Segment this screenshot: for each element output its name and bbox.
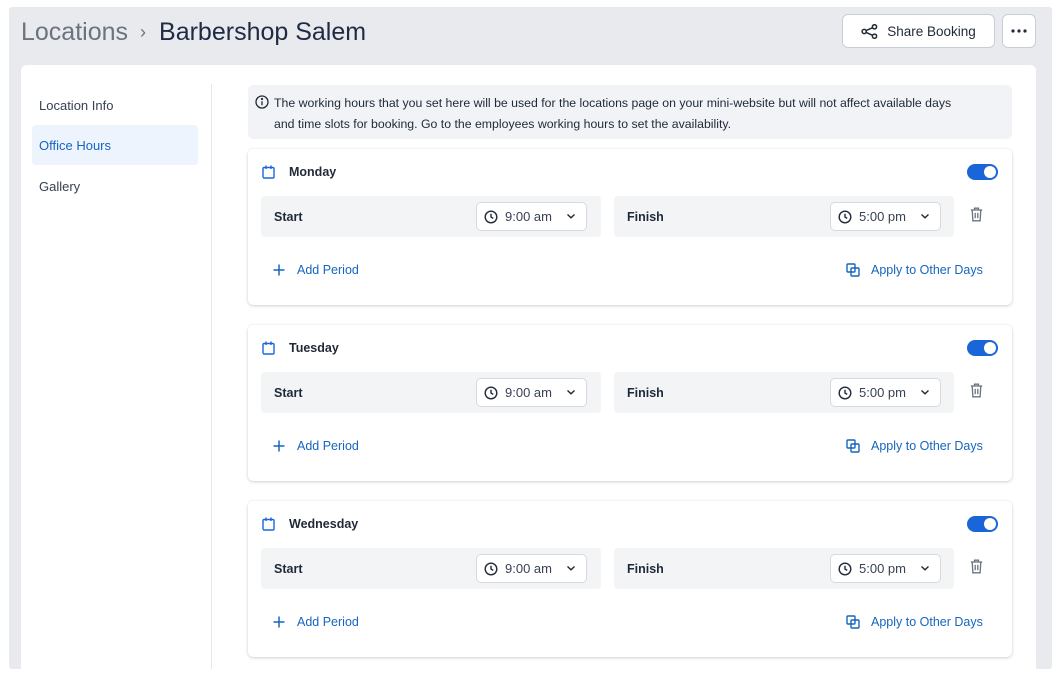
- calendar-icon: [262, 341, 275, 355]
- share-booking-label: Share Booking: [887, 23, 976, 39]
- add-period-label: Add Period: [297, 615, 359, 629]
- apply-to-other-days-label: Apply to Other Days: [871, 439, 983, 453]
- finish-time-select[interactable]: 5:00 pm: [830, 378, 941, 407]
- more-horizontal-icon: [1011, 29, 1027, 33]
- clock-icon: [838, 561, 852, 576]
- clock-icon: [484, 209, 498, 224]
- finish-time-row: Finish 5:00 pm: [614, 372, 954, 413]
- share-booking-button[interactable]: Share Booking: [842, 14, 995, 48]
- clock-icon: [838, 209, 852, 224]
- sidebar-divider: [211, 84, 212, 669]
- finish-label: Finish: [627, 561, 664, 576]
- breadcrumb-separator: ›: [140, 21, 147, 42]
- sidebar-item-office-hours[interactable]: Office Hours: [32, 125, 198, 165]
- toggle-knob: [984, 518, 996, 530]
- info-notice: The working hours that you set here will…: [248, 85, 1012, 139]
- start-time-select[interactable]: 9:00 am: [476, 202, 587, 231]
- apply-to-other-days-label: Apply to Other Days: [871, 263, 983, 277]
- sidebar-item-location-info[interactable]: Location Info: [32, 85, 198, 125]
- apply-to-other-days-label: Apply to Other Days: [871, 615, 983, 629]
- trash-icon[interactable]: [970, 207, 983, 222]
- trash-icon[interactable]: [970, 383, 983, 398]
- app-window: Locations › Barbershop Salem Share Booki…: [9, 7, 1052, 669]
- copy-icon: [846, 439, 860, 453]
- plus-icon: [273, 616, 285, 628]
- clock-icon: [838, 385, 852, 400]
- chevron-down-icon: [920, 212, 930, 220]
- page-title: Barbershop Salem: [159, 17, 367, 46]
- day-enabled-toggle[interactable]: [967, 164, 998, 180]
- toggle-knob: [984, 166, 996, 178]
- day-enabled-toggle[interactable]: [967, 516, 998, 532]
- start-time-value: 9:00 am: [505, 385, 552, 400]
- start-time-value: 9:00 am: [505, 209, 552, 224]
- breadcrumb-locations-link[interactable]: Locations: [21, 18, 128, 47]
- finish-time-value: 5:00 pm: [859, 385, 906, 400]
- day-name: Wednesday: [289, 517, 359, 531]
- clock-icon: [484, 561, 498, 576]
- start-time-select[interactable]: 9:00 am: [476, 378, 587, 407]
- start-time-value: 9:00 am: [505, 561, 552, 576]
- copy-icon: [846, 263, 860, 277]
- chevron-down-icon: [566, 388, 576, 396]
- info-text-line-1: The working hours that you set here will…: [274, 96, 952, 110]
- day-name: Monday: [289, 165, 337, 179]
- apply-to-other-days-button[interactable]: Apply to Other Days: [846, 437, 983, 455]
- info-text-line-2: and time slots for booking. Go to the em…: [274, 117, 732, 131]
- chevron-down-icon: [920, 388, 930, 396]
- chevron-down-icon: [566, 212, 576, 220]
- copy-icon: [846, 615, 860, 629]
- finish-time-value: 5:00 pm: [859, 209, 906, 224]
- calendar-icon: [262, 517, 275, 531]
- finish-time-row: Finish 5:00 pm: [614, 196, 954, 237]
- plus-icon: [273, 264, 285, 276]
- finish-time-value: 5:00 pm: [859, 561, 906, 576]
- day-enabled-toggle[interactable]: [967, 340, 998, 356]
- day-name: Tuesday: [289, 341, 339, 355]
- page-header: Locations › Barbershop Salem Share Booki…: [9, 7, 1052, 65]
- sidebar-item-label: Office Hours: [39, 137, 112, 153]
- day-header: Monday: [262, 163, 336, 181]
- sidebar-item-gallery[interactable]: Gallery: [32, 166, 198, 206]
- day-header: Tuesday: [262, 339, 339, 357]
- finish-time-select[interactable]: 5:00 pm: [830, 202, 941, 231]
- plus-icon: [273, 440, 285, 452]
- start-time-row: Start 9:00 am: [261, 196, 601, 237]
- chevron-down-icon: [566, 564, 576, 572]
- breadcrumb: Locations › Barbershop Salem: [21, 17, 366, 47]
- add-period-button[interactable]: Add Period: [273, 437, 359, 455]
- start-label: Start: [274, 561, 303, 576]
- sidebar-item-label: Gallery: [39, 178, 81, 194]
- day-header: Wednesday: [262, 515, 358, 533]
- day-card-monday: Monday Start 9:00 am Finish 5:00 pm Add …: [248, 149, 1012, 305]
- share-icon: [861, 23, 878, 39]
- chevron-down-icon: [920, 564, 930, 572]
- add-period-button[interactable]: Add Period: [273, 261, 359, 279]
- start-time-select[interactable]: 9:00 am: [476, 554, 587, 583]
- clock-icon: [484, 385, 498, 400]
- start-time-row: Start 9:00 am: [261, 548, 601, 589]
- day-card-tuesday: Tuesday Start 9:00 am Finish 5:00 pm Add…: [248, 325, 1012, 481]
- finish-label: Finish: [627, 385, 664, 400]
- trash-icon[interactable]: [970, 559, 983, 574]
- day-card-wednesday: Wednesday Start 9:00 am Finish 5:00 pm A…: [248, 501, 1012, 657]
- add-period-button[interactable]: Add Period: [273, 613, 359, 631]
- add-period-label: Add Period: [297, 439, 359, 453]
- add-period-label: Add Period: [297, 263, 359, 277]
- sidebar-item-label: Location Info: [39, 97, 114, 113]
- more-options-button[interactable]: [1002, 14, 1036, 48]
- toggle-knob: [984, 342, 996, 354]
- start-label: Start: [274, 209, 303, 224]
- apply-to-other-days-button[interactable]: Apply to Other Days: [846, 613, 983, 631]
- info-circle-icon: [255, 95, 269, 116]
- start-time-row: Start 9:00 am: [261, 372, 601, 413]
- apply-to-other-days-button[interactable]: Apply to Other Days: [846, 261, 983, 279]
- calendar-icon: [262, 165, 275, 179]
- start-label: Start: [274, 385, 303, 400]
- finish-time-row: Finish 5:00 pm: [614, 548, 954, 589]
- finish-time-select[interactable]: 5:00 pm: [830, 554, 941, 583]
- finish-label: Finish: [627, 209, 664, 224]
